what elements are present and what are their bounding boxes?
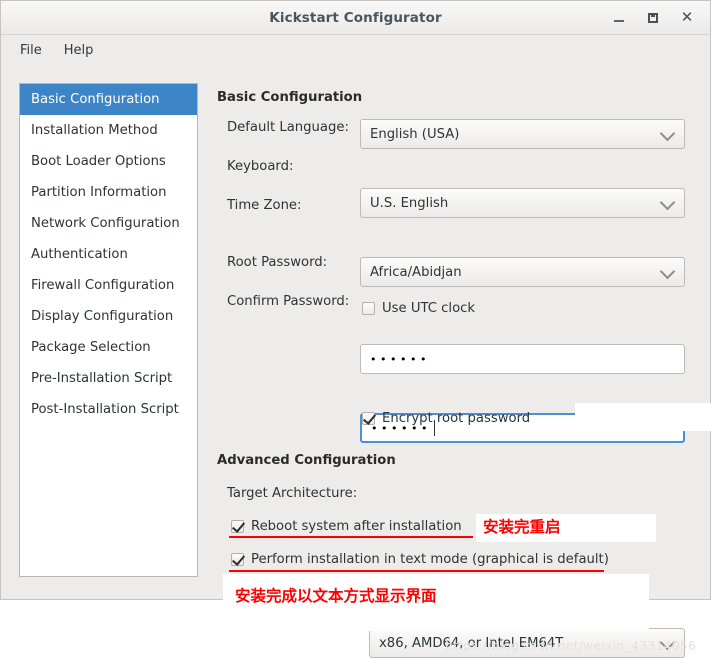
chevron-down-icon [659,125,676,142]
minimize-icon [614,20,624,22]
maximize-icon [648,12,658,23]
text-mode-install-label: Perform installation in text mode (graph… [251,552,609,567]
maximize-button[interactable] [636,4,670,32]
watermark-text: https://blog.csdn.net/weixin_43314056 [445,638,697,653]
navigation-sidebar: Basic Configuration Installation Method … [19,83,198,577]
target-architecture-row: Target Architecture: [227,486,367,501]
sidebar-item-basic-configuration[interactable]: Basic Configuration [20,84,197,115]
sidebar-item-label: Firewall Configuration [31,278,175,293]
sidebar-item-partition-information[interactable]: Partition Information [20,177,197,208]
confirm-password-row: Confirm Password: [227,294,357,309]
default-language-select[interactable]: English (USA) [360,119,685,149]
confirm-password-label: Confirm Password: [227,294,350,309]
sidebar-item-installation-method[interactable]: Installation Method [20,115,197,146]
encrypt-root-password-label: Encrypt root password [382,411,531,426]
root-password-label: Root Password: [227,255,328,270]
sidebar-item-label: Basic Configuration [31,92,160,107]
window-controls: ✕ [602,1,704,34]
sidebar-item-firewall-configuration[interactable]: Firewall Configuration [20,270,197,301]
sidebar-item-label: Pre-Installation Script [31,371,173,386]
time-zone-label: Time Zone: [227,198,302,213]
reboot-after-install-checkbox[interactable]: Reboot system after installation [231,519,462,534]
checkbox-icon [231,553,244,566]
window-title: Kickstart Configurator [269,9,442,26]
close-icon: ✕ [680,8,694,26]
annotation-underline-reboot [229,536,473,538]
basic-configuration-heading: Basic Configuration [217,90,363,105]
menu-bar: File Help [1,35,710,66]
keyboard-label: Keyboard: [227,159,294,174]
sidebar-item-label: Package Selection [31,340,151,355]
sidebar-item-label: Boot Loader Options [31,154,166,169]
sidebar-item-post-installation-script[interactable]: Post-Installation Script [20,394,197,425]
keyboard-value: U.S. English [370,195,449,211]
use-utc-clock-checkbox[interactable]: Use UTC clock [362,301,475,316]
checkbox-icon [362,412,375,425]
sidebar-item-package-selection[interactable]: Package Selection [20,332,197,363]
root-password-input[interactable]: •••••• [360,344,685,374]
time-zone-row: Time Zone: [227,198,357,213]
checkbox-icon [362,302,375,315]
root-password-value: •••••• [370,352,430,366]
sidebar-item-label: Display Configuration [31,309,174,324]
application-window: Kickstart Configurator ✕ File Help Basic… [0,0,711,658]
sidebar-item-boot-loader-options[interactable]: Boot Loader Options [20,146,197,177]
annotation-whitebox-encrypt-row [575,403,711,431]
chevron-down-icon [659,194,676,211]
default-language-value: English (USA) [370,126,460,142]
keyboard-row: Keyboard: [227,159,357,174]
text-mode-install-checkbox[interactable]: Perform installation in text mode (graph… [231,552,609,567]
sidebar-item-authentication[interactable]: Authentication [20,239,197,270]
main-panel: Basic Configuration Default Language: En… [217,66,711,658]
annotation-note-textmode: 安装完成以文本方式显示界面 [235,587,437,605]
time-zone-select[interactable]: Africa/Abidjan [360,257,685,287]
sidebar-item-label: Partition Information [31,185,167,200]
encrypt-root-password-checkbox[interactable]: Encrypt root password [362,411,530,426]
time-zone-value: Africa/Abidjan [370,264,462,280]
keyboard-select[interactable]: U.S. English [360,188,685,218]
root-password-row: Root Password: [227,255,357,270]
sidebar-item-pre-installation-script[interactable]: Pre-Installation Script [20,363,197,394]
sidebar-item-network-configuration[interactable]: Network Configuration [20,208,197,239]
reboot-after-install-label: Reboot system after installation [251,519,462,534]
sidebar-item-display-configuration[interactable]: Display Configuration [20,301,197,332]
use-utc-clock-label: Use UTC clock [382,301,476,316]
minimize-button[interactable] [602,4,636,32]
sidebar-item-label: Post-Installation Script [31,402,179,417]
annotation-underline-textmode [229,570,604,572]
target-architecture-label: Target Architecture: [227,486,358,501]
advanced-configuration-heading: Advanced Configuration [217,453,396,468]
sidebar-item-label: Installation Method [31,123,158,138]
window-content: Basic Configuration Installation Method … [1,66,711,658]
default-language-row: Default Language: [227,120,357,135]
sidebar-item-label: Authentication [31,247,128,262]
checkbox-icon [231,520,244,533]
default-language-label: Default Language: [227,120,349,135]
annotation-note-reboot: 安装完重启 [483,518,561,536]
menu-item-file[interactable]: File [11,40,51,61]
menu-item-help[interactable]: Help [55,40,103,61]
sidebar-item-label: Network Configuration [31,216,180,231]
chevron-down-icon [659,263,676,280]
title-bar: Kickstart Configurator ✕ [1,1,710,35]
close-button[interactable]: ✕ [670,4,704,32]
